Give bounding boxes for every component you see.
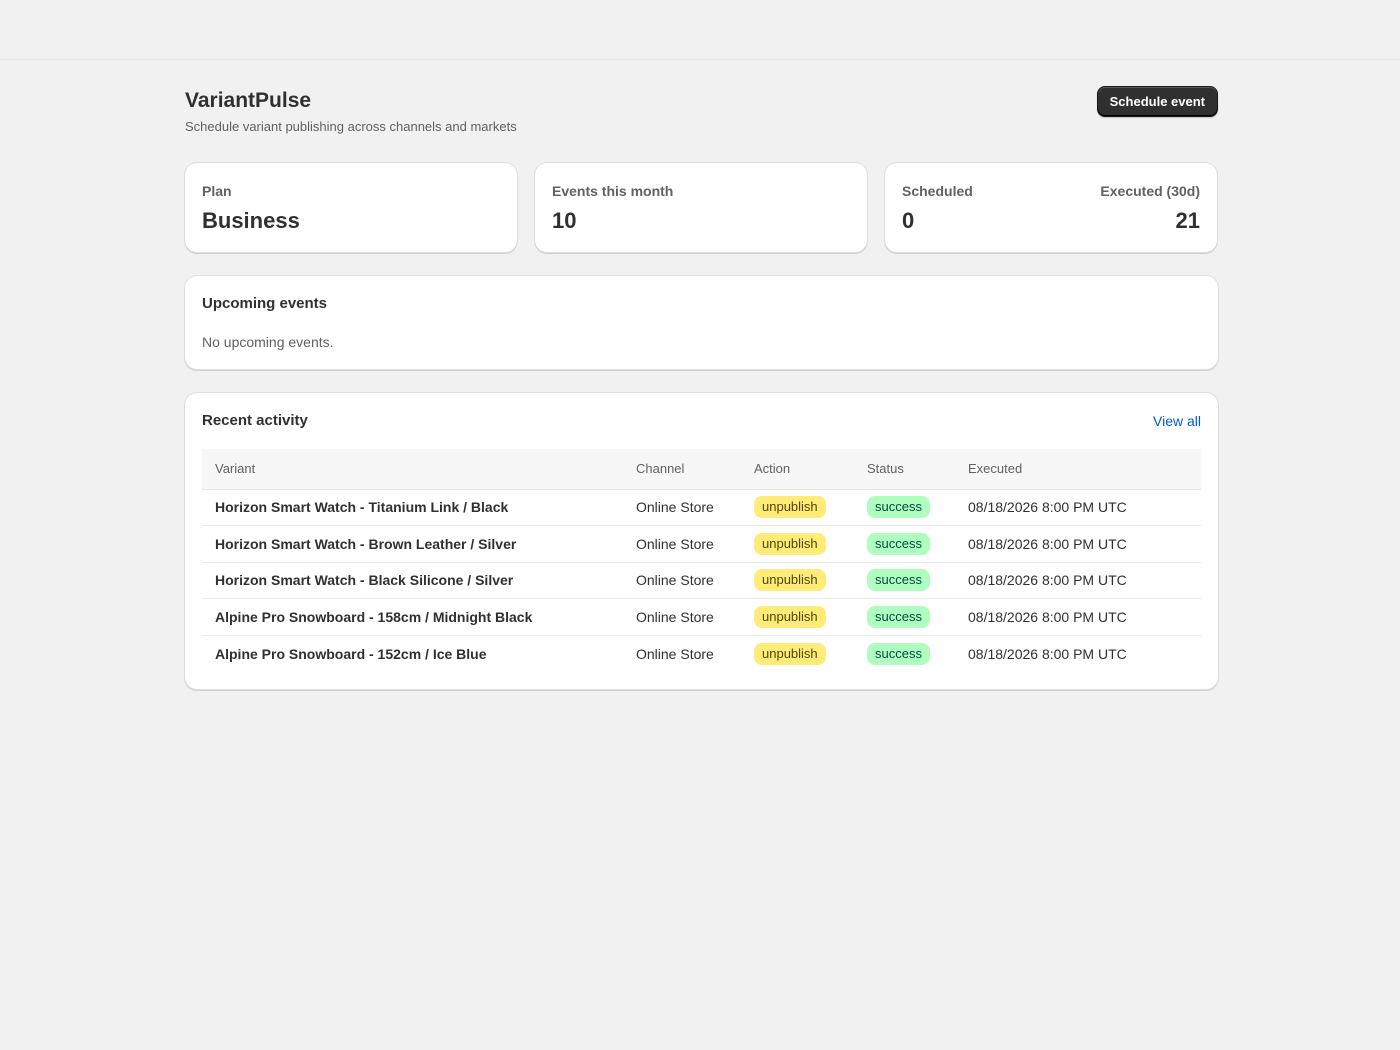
executed-label: Executed (30d) <box>1100 183 1200 199</box>
scheduled-label: Scheduled <box>902 183 973 199</box>
status-badge: success <box>867 532 930 555</box>
variant-cell: Horizon Smart Watch - Black Silicone / S… <box>202 562 623 599</box>
page-header: VariantPulse Schedule variant publishing… <box>185 86 1218 148</box>
plan-label: Plan <box>202 183 232 199</box>
action-cell: unpublish <box>741 598 854 636</box>
executed-cell: 08/18/2026 8:00 PM UTC <box>968 645 1127 662</box>
top-bar <box>0 0 1400 60</box>
activity-table-head: Variant Channel Action Status Executed <box>202 449 1201 490</box>
table-row[interactable]: Alpine Pro Snowboard - 152cm / Ice Blue … <box>202 635 1201 672</box>
action-cell: unpublish <box>741 635 854 672</box>
upcoming-empty-text: No upcoming events. <box>202 334 334 350</box>
action-cell: unpublish <box>741 489 854 526</box>
column-header-action[interactable]: Action <box>741 449 854 490</box>
action-badge: unpublish <box>754 605 826 628</box>
table-row[interactable]: Horizon Smart Watch - Brown Leather / Si… <box>202 525 1201 563</box>
events-value: 10 <box>552 208 577 233</box>
status-cell: success <box>854 525 955 563</box>
activity-table: Variant Channel Action Status Executed H… <box>202 449 1201 672</box>
variant-cell: Horizon Smart Watch - Titanium Link / Bl… <box>202 489 623 526</box>
upcoming-events-title: Upcoming events <box>202 295 328 312</box>
page-subtitle: Schedule variant publishing across chann… <box>185 119 517 134</box>
table-row[interactable]: Horizon Smart Watch - Black Silicone / S… <box>202 562 1201 599</box>
channel-cell: Online Store <box>623 489 741 526</box>
variant-cell: Alpine Pro Snowboard - 152cm / Ice Blue <box>215 645 487 662</box>
executed-cell: 08/18/2026 8:00 PM UTC <box>955 489 1201 526</box>
status-cell: success <box>854 635 955 672</box>
table-row[interactable]: Alpine Pro Snowboard - 158cm / Midnight … <box>202 598 1201 636</box>
column-header-variant[interactable]: Variant <box>202 449 623 490</box>
status-badge: success <box>867 569 930 592</box>
status-cell: success <box>854 598 955 636</box>
executed-cell: 08/18/2026 8:00 PM UTC <box>955 562 1201 599</box>
action-badge: unpublish <box>754 642 826 665</box>
executed-cell: 08/18/2026 8:00 PM UTC <box>955 525 1201 563</box>
page: VariantPulse Schedule variant publishing… <box>185 86 1218 690</box>
recent-activity-card: Recent activity View all Variant Channel… <box>185 393 1218 690</box>
status-cell: success <box>854 489 955 526</box>
status-badge: success <box>867 642 930 665</box>
events-card: Events this month 10 <box>535 163 867 253</box>
executed-stat: Executed (30d) 21 <box>1100 182 1200 253</box>
status-cell: success <box>854 562 955 599</box>
activity-table-body: Horizon Smart Watch - Titanium Link / Bl… <box>202 489 1201 672</box>
scheduled-stat: Scheduled 0 <box>902 182 973 253</box>
status-badge: success <box>867 496 930 519</box>
channel-cell: Online Store <box>623 525 741 563</box>
events-label: Events this month <box>552 183 674 199</box>
variant-cell: Horizon Smart Watch - Brown Leather / Si… <box>202 525 623 563</box>
executed-value: 21 <box>1175 208 1200 233</box>
column-header-status[interactable]: Status <box>854 449 955 490</box>
stats-row: Plan Business Events this month 10 Sched… <box>185 163 1218 253</box>
status-badge: success <box>867 605 930 628</box>
column-header-channel[interactable]: Channel <box>623 449 741 490</box>
column-header-executed[interactable]: Executed <box>955 449 1201 490</box>
table-row[interactable]: Horizon Smart Watch - Titanium Link / Bl… <box>202 489 1201 526</box>
recent-activity-title: Recent activity <box>202 412 308 429</box>
variant-cell: Alpine Pro Snowboard - 158cm / Midnight … <box>202 598 623 636</box>
action-badge: unpublish <box>754 496 826 519</box>
scheduled-executed-card: Scheduled 0 Executed (30d) 21 <box>885 163 1217 253</box>
plan-value: Business <box>202 208 300 233</box>
schedule-event-button[interactable]: Schedule event <box>1096 86 1218 117</box>
channel-cell: Online Store <box>623 598 741 636</box>
action-badge: unpublish <box>754 532 826 555</box>
action-badge: unpublish <box>754 569 826 592</box>
header-row: Variant Channel Action Status Executed <box>202 449 1201 490</box>
recent-activity-header: Recent activity View all <box>202 412 1201 430</box>
action-cell: unpublish <box>741 525 854 563</box>
title-block: VariantPulse Schedule variant publishing… <box>185 86 517 135</box>
upcoming-events-card: Upcoming events No upcoming events. <box>185 276 1218 370</box>
channel-cell: Online Store <box>636 645 714 662</box>
scheduled-value: 0 <box>902 208 915 233</box>
executed-cell: 08/18/2026 8:00 PM UTC <box>955 598 1201 636</box>
view-all-link[interactable]: View all <box>1153 413 1201 429</box>
channel-cell: Online Store <box>623 562 741 599</box>
action-cell: unpublish <box>741 562 854 599</box>
plan-card: Plan Business <box>185 163 517 253</box>
page-title: VariantPulse <box>185 89 312 112</box>
